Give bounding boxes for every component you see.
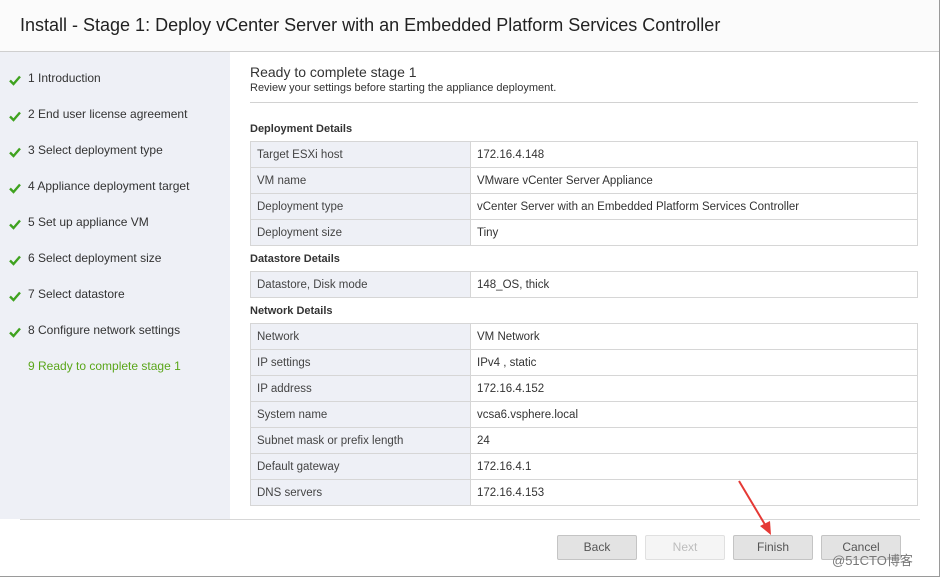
table-row: VM name VMware vCenter Server Appliance	[250, 167, 918, 194]
row-value: 172.16.4.148	[470, 141, 918, 168]
checkmark-icon	[9, 327, 21, 338]
checkmark-icon	[9, 291, 21, 302]
section-title-deployment: Deployment Details	[250, 123, 353, 135]
step-network-settings[interactable]: 8 Configure network settings	[0, 314, 230, 350]
main-content: Ready to complete stage 1 Review your se…	[230, 52, 939, 519]
checkmark-icon	[9, 111, 21, 122]
row-key: IP settings	[250, 349, 471, 376]
table-row: Deployment type vCenter Server with an E…	[250, 193, 918, 220]
row-value: 24	[470, 427, 918, 454]
row-key: System name	[250, 401, 471, 428]
row-key: Network	[250, 323, 471, 350]
checkmark-icon	[9, 75, 21, 86]
checkmark-icon	[9, 219, 21, 230]
row-key: VM name	[250, 167, 471, 194]
row-key: Subnet mask or prefix length	[250, 427, 471, 454]
row-key: Deployment size	[250, 219, 471, 246]
deployment-details-table: Target ESXi host 172.16.4.148 VM name VM…	[250, 141, 918, 246]
next-button[interactable]: Next	[645, 535, 725, 560]
watermark: @51CTO博客	[832, 553, 913, 568]
wizard-steps-sidebar: 1 Introduction 2 End user license agreem…	[0, 52, 230, 519]
table-row: Default gateway 172.16.4.1	[250, 453, 918, 480]
row-value: IPv4 , static	[470, 349, 918, 376]
table-row: Datastore, Disk mode 148_OS, thick	[250, 271, 918, 298]
step-deployment-size[interactable]: 6 Select deployment size	[0, 242, 230, 278]
row-value: vCenter Server with an Embedded Platform…	[470, 193, 918, 220]
step-label: 5 Set up appliance VM	[28, 215, 149, 229]
row-value: Tiny	[470, 219, 918, 246]
step-label: 8 Configure network settings	[28, 323, 181, 337]
step-setup-vm[interactable]: 5 Set up appliance VM	[0, 206, 230, 242]
step-introduction[interactable]: 1 Introduction	[0, 62, 230, 98]
checkmark-icon	[9, 147, 21, 158]
table-row: System name vcsa6.vsphere.local	[250, 401, 918, 428]
row-key: DNS servers	[250, 479, 471, 506]
row-key: Target ESXi host	[250, 141, 471, 168]
table-row: IP settings IPv4 , static	[250, 349, 918, 376]
step-label: 3 Select deployment type	[28, 143, 163, 157]
title-bar: Install - Stage 1: Deploy vCenter Server…	[0, 0, 939, 52]
row-value: VM Network	[470, 323, 918, 350]
checkmark-icon	[9, 255, 21, 266]
step-label: 9 Ready to complete stage 1	[28, 359, 181, 373]
datastore-details-table: Datastore, Disk mode 148_OS, thick	[250, 271, 918, 298]
divider	[250, 102, 918, 103]
row-value: 172.16.4.152	[470, 375, 918, 402]
checkmark-icon	[9, 183, 21, 194]
table-row: IP address 172.16.4.152	[250, 375, 918, 402]
section-title-datastore: Datastore Details	[250, 253, 340, 265]
row-key: IP address	[250, 375, 471, 402]
row-key: Deployment type	[250, 193, 471, 220]
page-heading: Ready to complete stage 1	[250, 64, 417, 80]
row-value: 172.16.4.153	[470, 479, 918, 506]
network-details-table: Network VM Network IP settings IPv4 , st…	[250, 323, 918, 506]
step-label: 7 Select datastore	[28, 287, 125, 301]
window-title: Install - Stage 1: Deploy vCenter Server…	[20, 15, 721, 35]
table-row: Subnet mask or prefix length 24	[250, 427, 918, 454]
step-label: 2 End user license agreement	[28, 107, 188, 121]
row-value: VMware vCenter Server Appliance	[470, 167, 918, 194]
row-key: Default gateway	[250, 453, 471, 480]
step-label: 4 Appliance deployment target	[28, 179, 190, 193]
back-button[interactable]: Back	[557, 535, 637, 560]
page-subheading: Review your settings before starting the…	[250, 82, 557, 94]
finish-button[interactable]: Finish	[733, 535, 813, 560]
step-label: 1 Introduction	[28, 71, 101, 85]
installer-window: Install - Stage 1: Deploy vCenter Server…	[0, 0, 940, 577]
step-deployment-type[interactable]: 3 Select deployment type	[0, 134, 230, 170]
step-deployment-target[interactable]: 4 Appliance deployment target	[0, 170, 230, 206]
table-row: Target ESXi host 172.16.4.148	[250, 141, 918, 168]
row-value: vcsa6.vsphere.local	[470, 401, 918, 428]
row-value: 148_OS, thick	[470, 271, 918, 298]
row-key: Datastore, Disk mode	[250, 271, 471, 298]
section-title-network: Network Details	[250, 305, 333, 317]
footer-divider	[20, 519, 920, 520]
table-row: Deployment size Tiny	[250, 219, 918, 246]
step-ready-to-complete[interactable]: 9 Ready to complete stage 1	[0, 350, 230, 386]
step-eula[interactable]: 2 End user license agreement	[0, 98, 230, 134]
table-row: DNS servers 172.16.4.153	[250, 479, 918, 506]
step-datastore[interactable]: 7 Select datastore	[0, 278, 230, 314]
row-value: 172.16.4.1	[470, 453, 918, 480]
annotation-arrow-icon	[738, 480, 771, 535]
table-row: Network VM Network	[250, 323, 918, 350]
step-label: 6 Select deployment size	[28, 251, 162, 265]
